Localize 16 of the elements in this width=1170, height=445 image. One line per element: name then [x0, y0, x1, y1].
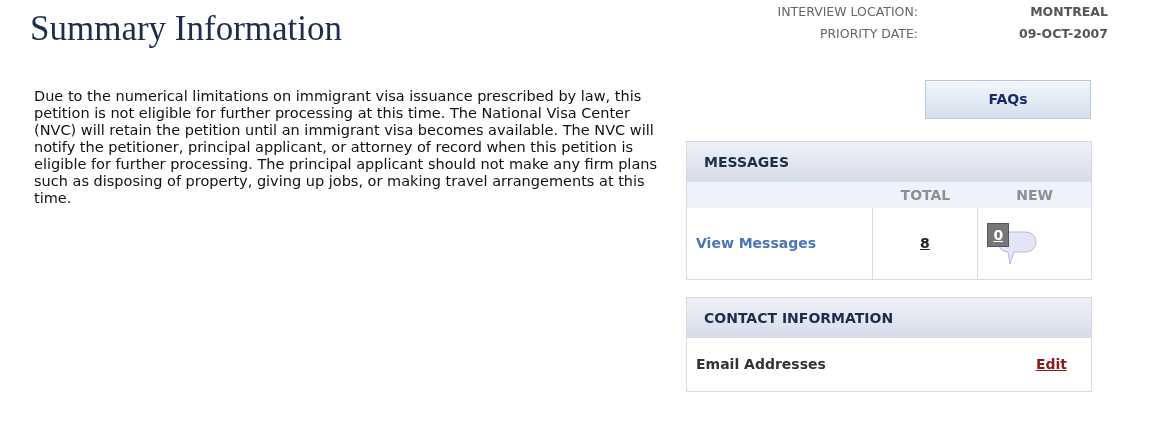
- column-header: TOTAL: [899, 185, 952, 205]
- edit-link[interactable]: Edit: [1035, 354, 1067, 375]
- contact-label: Email Addresses: [696, 355, 826, 374]
- page-title: Summary Information: [30, 8, 344, 50]
- total-count-link[interactable]: 8: [920, 233, 930, 254]
- info-value: 09-OCT-2007: [1017, 26, 1108, 42]
- panel-header: MESSAGES: [687, 142, 1091, 182]
- info-value: MONTREAL: [1029, 4, 1108, 20]
- faq-button[interactable]: FAQs: [925, 80, 1091, 119]
- notice-paragraph: Due to the numerical limitations on immigrant visa issuance prescribed by law, this petition is not eligible for further processing at this time. The National Visa Center (NVC) will retain the petition until an immigrant visa becomes available. The NVC will notify the petitioner, principal applicant, or attorney of record when this petition is eligible for further processing. The principal applicant should not make any firm plans such as disposing of property, giving up jobs, or making travel arrangements at this time.: [34, 88, 658, 207]
- view-messages-link[interactable]: View Messages: [696, 233, 817, 254]
- info-label: INTERVIEW LOCATION:: [776, 4, 918, 20]
- new-count-badge[interactable]: 0: [987, 223, 1010, 247]
- info-label: PRIORITY DATE:: [818, 26, 918, 42]
- panel-header: CONTACT INFORMATION: [687, 298, 1091, 338]
- column-header: NEW: [1015, 185, 1054, 205]
